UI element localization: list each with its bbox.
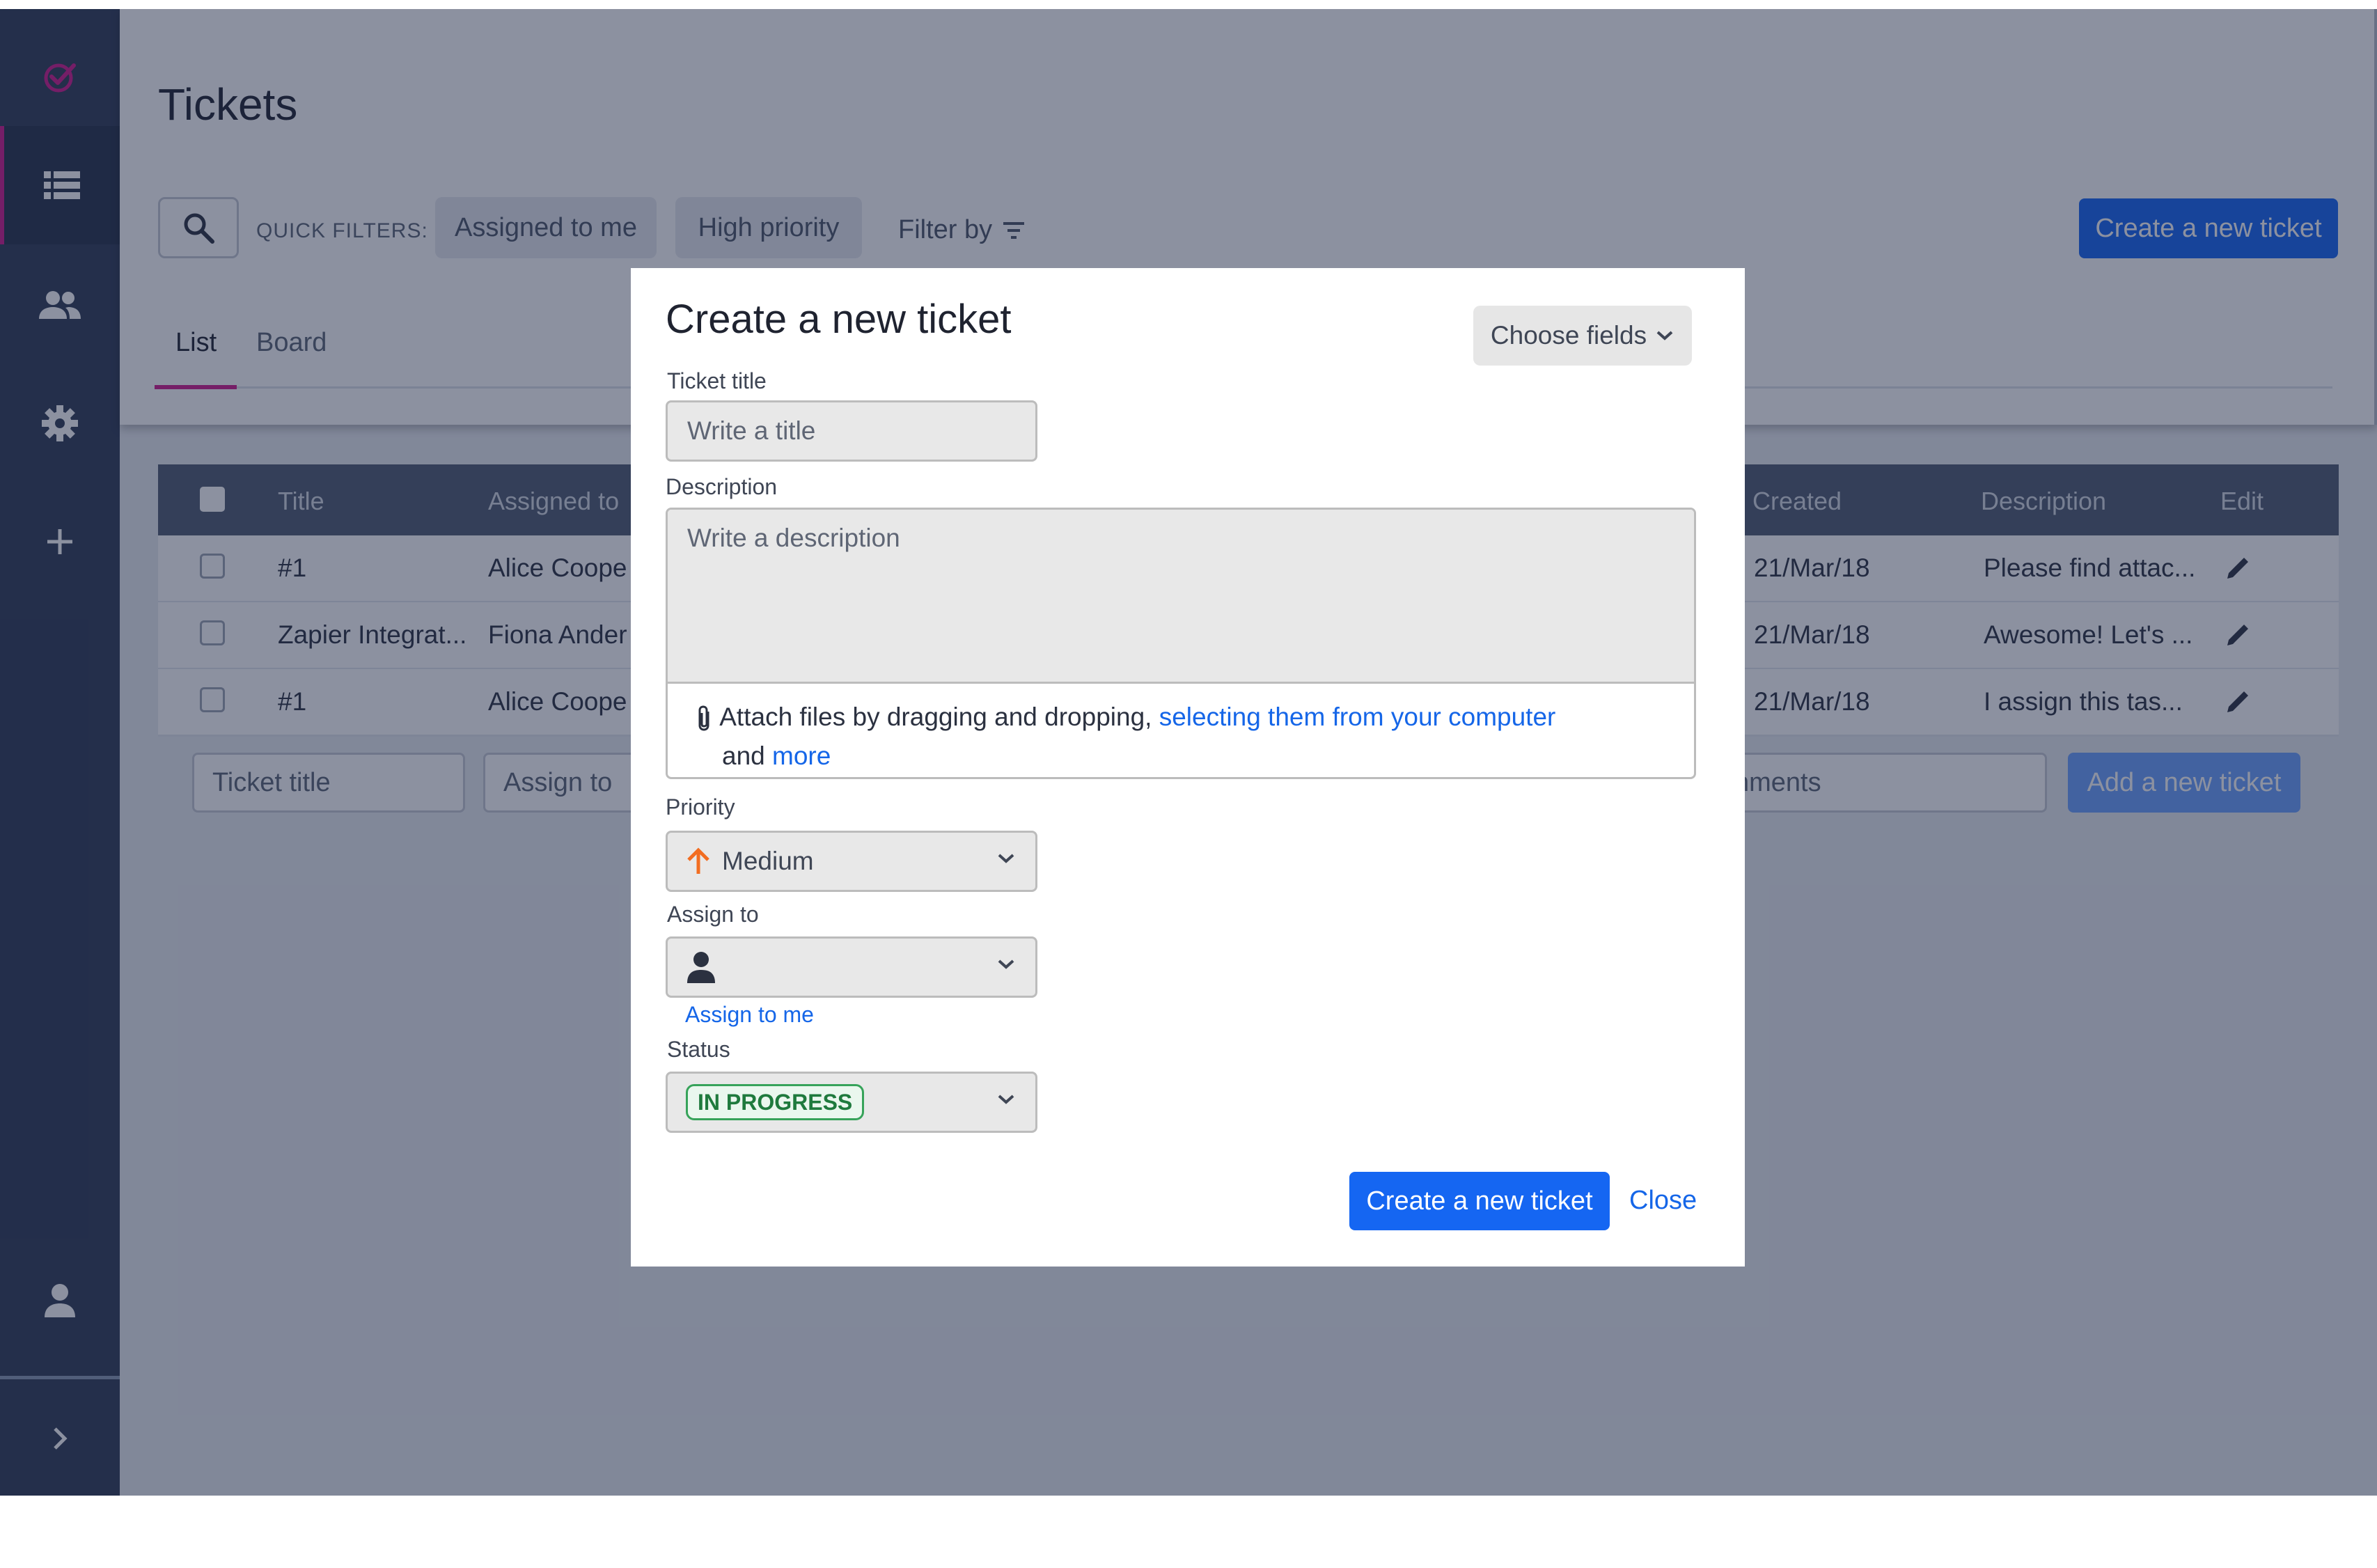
assign-to-select[interactable] [666,936,1037,998]
ticket-title-input[interactable]: Write a title [666,400,1037,462]
user-icon [687,952,715,983]
status-select[interactable]: IN PROGRESS [666,1072,1037,1133]
status-badge: IN PROGRESS [686,1084,865,1120]
chevron-down-icon [998,959,1014,969]
create-ticket-modal: Create a new ticket Choose fields Ticket… [631,268,1745,1267]
assign-to-label: Assign to [667,902,759,927]
select-files-link[interactable]: selecting them from your computer [1159,703,1556,731]
app-window: Tickets QUICK FILTERS: Assigned to me Hi… [0,9,2377,1496]
arrow-up-icon [687,847,709,874]
attach-files-area[interactable]: Attach files by dragging and dropping, s… [696,698,1673,776]
description-textarea[interactable]: Write a description [668,510,1694,684]
modal-title: Create a new ticket [666,297,1012,342]
priority-select[interactable]: Medium [666,831,1037,892]
assign-to-me-link[interactable]: Assign to me [685,1002,814,1028]
attach-and-text: and [722,742,765,770]
description-field: Write a description Attach files by drag… [666,508,1696,779]
chevron-down-icon [998,854,1014,863]
paperclip-icon [698,705,709,731]
priority-label: Priority [666,794,735,820]
attach-text: Attach files by dragging and dropping, [719,703,1152,731]
choose-fields-button[interactable]: Choose fields [1473,306,1692,366]
ticket-title-label: Ticket title [667,368,767,393]
chevron-down-icon [998,1095,1014,1104]
create-ticket-submit-button[interactable]: Create a new ticket [1349,1172,1610,1230]
close-button[interactable]: Close [1629,1186,1697,1216]
priority-value: Medium [722,847,814,875]
status-label: Status [667,1037,730,1062]
choose-fields-label: Choose fields [1490,321,1647,350]
more-link[interactable]: more [772,742,831,770]
chevron-down-icon [1656,331,1673,340]
description-label: Description [666,474,778,499]
